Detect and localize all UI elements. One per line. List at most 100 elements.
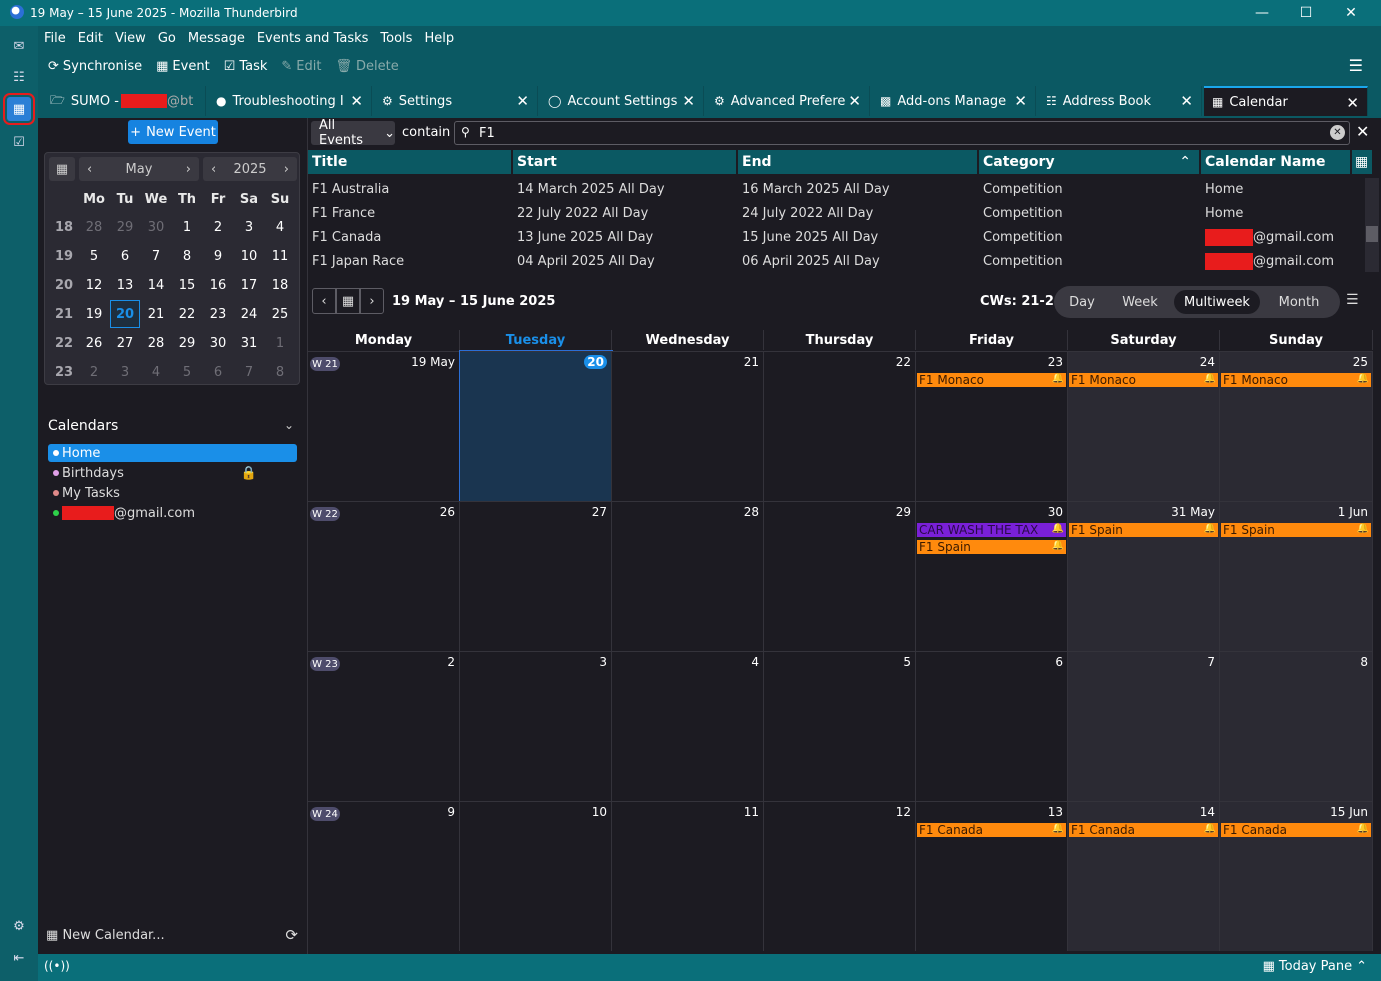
day-cell[interactable]: W 23 2 — [308, 651, 460, 801]
edit-button[interactable]: ✎ Edit — [281, 59, 321, 74]
calendar-item-birthdays[interactable]: Birthdays 🔒 — [48, 464, 297, 482]
calendar-space-icon[interactable]: ▦ — [3, 93, 35, 125]
tree-cell[interactable]: 24 July 2022 All Day — [738, 201, 873, 225]
mini-month-day[interactable]: 8 — [265, 358, 295, 386]
day-cell[interactable]: 10 — [460, 801, 612, 951]
close-tab-icon[interactable]: ✕ — [516, 92, 529, 110]
day-cell[interactable]: 5 — [764, 651, 916, 801]
event-filter-select[interactable]: All Events ⌄ — [311, 118, 395, 148]
mini-month-day[interactable]: 19 — [79, 300, 109, 328]
tree-cell[interactable]: 06 April 2025 All Day — [738, 249, 880, 273]
today-calendar-icon[interactable]: ▦ — [49, 157, 75, 181]
mini-month-day[interactable]: 29 — [172, 329, 202, 357]
close-tab-icon[interactable]: ✕ — [1346, 94, 1359, 112]
mini-month-day[interactable]: 30 — [141, 213, 171, 241]
prev-year-icon[interactable]: ‹ — [211, 162, 216, 177]
today-button[interactable]: ▦ — [336, 288, 360, 314]
tab-sumo[interactable]: 🗁 SUMO - @bt — [42, 86, 206, 116]
search-input[interactable]: ⚲ F1 ✕ — [454, 121, 1350, 145]
day-cell[interactable]: W 22 26 — [308, 501, 460, 651]
mini-month-day[interactable]: 11 — [265, 242, 295, 270]
tree-cell[interactable]: Competition — [979, 177, 1063, 201]
mini-month-day[interactable]: 18 — [265, 271, 295, 299]
day-cell[interactable]: 4 — [612, 651, 764, 801]
column-title[interactable]: Title — [308, 150, 512, 174]
calendar-item-home[interactable]: Home — [48, 444, 297, 462]
calendar-event[interactable]: F1 Canada 🔔 — [917, 823, 1066, 837]
tab-calendar[interactable]: ▦ Calendar ✕ — [1204, 86, 1368, 116]
mini-month-day[interactable]: 24 — [234, 300, 264, 328]
calendar-event[interactable]: F1 Canada 🔔 — [1069, 823, 1218, 837]
previous-period-button[interactable]: ‹ — [312, 288, 336, 314]
day-cell[interactable]: 27 — [460, 501, 612, 651]
mini-month-day[interactable]: 17 — [234, 271, 264, 299]
day-cell[interactable]: 25 F1 Monaco 🔔 — [1220, 351, 1373, 501]
mini-month-day[interactable]: 3 — [110, 358, 140, 386]
day-cell[interactable]: W 21 19 May — [308, 351, 460, 501]
menu-message[interactable]: Message — [188, 31, 245, 46]
menu-edit[interactable]: Edit — [78, 31, 103, 46]
view-month-button[interactable]: Month — [1266, 290, 1332, 314]
calendar-event[interactable]: F1 Canada 🔔 — [1221, 823, 1371, 837]
online-status-icon[interactable]: ((•)) — [44, 959, 70, 973]
mini-month-day[interactable]: 25 — [265, 300, 295, 328]
calendar-event[interactable]: F1 Spain 🔔 — [917, 540, 1066, 554]
day-cell[interactable]: W 24 9 — [308, 801, 460, 951]
delete-button[interactable]: 🗑 Delete — [335, 59, 398, 74]
mini-month-day[interactable]: 1 — [172, 213, 202, 241]
calendar-item-gmail[interactable]: @gmail.com — [48, 504, 297, 522]
tree-cell[interactable]: Competition — [979, 249, 1063, 273]
mini-month-day[interactable]: 7 — [234, 358, 264, 386]
day-cell[interactable]: 1 Jun F1 Spain 🔔 — [1220, 501, 1373, 651]
tab-address-book[interactable]: ☷ Address Book ✕ — [1038, 86, 1202, 116]
mini-month-day[interactable]: 8 — [172, 242, 202, 270]
refresh-icon[interactable]: ⟳ — [285, 926, 298, 944]
menu-tools[interactable]: Tools — [380, 31, 412, 46]
mini-month-day[interactable]: 27 — [110, 329, 140, 357]
day-cell[interactable]: 29 — [764, 501, 916, 651]
day-cell[interactable]: 24 F1 Monaco 🔔 — [1068, 351, 1220, 501]
tree-cell[interactable]: 13 June 2025 All Day — [513, 225, 653, 249]
mini-month-day[interactable]: 3 — [234, 213, 264, 241]
menu-help[interactable]: Help — [424, 31, 454, 46]
tree-scrollbar[interactable] — [1365, 178, 1379, 272]
mini-month-day[interactable]: 22 — [172, 300, 202, 328]
mini-month-day[interactable]: 2 — [79, 358, 109, 386]
menu-file[interactable]: File — [44, 31, 66, 46]
tree-cell[interactable]: Home — [1201, 201, 1243, 225]
new-event-button[interactable]: + New Event — [128, 120, 218, 144]
menu-events-and-tasks[interactable]: Events and Tasks — [257, 31, 369, 46]
mini-month-day[interactable]: 16 — [203, 271, 233, 299]
mini-month-day[interactable]: 13 — [110, 271, 140, 299]
new-event-toolbar-button[interactable]: ▦ Event — [156, 59, 210, 74]
day-cell[interactable]: 22 — [764, 351, 916, 501]
mini-month-day[interactable]: 15 — [172, 271, 202, 299]
settings-gear-icon[interactable]: ⚙ — [7, 914, 31, 938]
new-task-toolbar-button[interactable]: ☑ Task — [224, 59, 268, 74]
day-cell[interactable]: 21 — [612, 351, 764, 501]
tree-cell[interactable]: F1 Canada — [308, 225, 381, 249]
calendar-event[interactable]: F1 Monaco 🔔 — [1069, 373, 1218, 387]
mini-month-day[interactable]: 7 — [141, 242, 171, 270]
view-week-button[interactable]: Week — [1112, 290, 1168, 314]
tree-cell[interactable]: 14 March 2025 All Day — [513, 177, 665, 201]
tree-cell[interactable]: 16 March 2025 All Day — [738, 177, 890, 201]
view-day-button[interactable]: Day — [1060, 290, 1104, 314]
tree-cell[interactable]: Competition — [979, 225, 1063, 249]
mini-month-day[interactable]: 6 — [110, 242, 140, 270]
tree-cell[interactable]: @gmail.com — [1201, 249, 1334, 273]
mini-month-day[interactable]: 12 — [79, 271, 109, 299]
mini-month-day[interactable]: 20 — [110, 300, 140, 328]
tree-cell[interactable]: F1 France — [308, 201, 375, 225]
mail-space-icon[interactable]: ✉ — [7, 34, 31, 58]
column-calendar-name[interactable]: Calendar Name — [1201, 150, 1351, 174]
clear-search-icon[interactable]: ✕ — [1330, 125, 1345, 140]
calendar-event[interactable]: F1 Monaco 🔔 — [1221, 373, 1371, 387]
day-cell[interactable]: 8 — [1220, 651, 1373, 801]
view-options-icon[interactable]: ☰ — [1346, 292, 1359, 308]
calendar-event[interactable]: F1 Spain 🔔 — [1221, 523, 1371, 537]
tree-cell[interactable]: @gmail.com — [1201, 225, 1334, 249]
mini-month-day[interactable]: 4 — [265, 213, 295, 241]
close-tab-icon[interactable]: ✕ — [350, 92, 363, 110]
tree-cell[interactable]: F1 Japan Race — [308, 249, 404, 273]
